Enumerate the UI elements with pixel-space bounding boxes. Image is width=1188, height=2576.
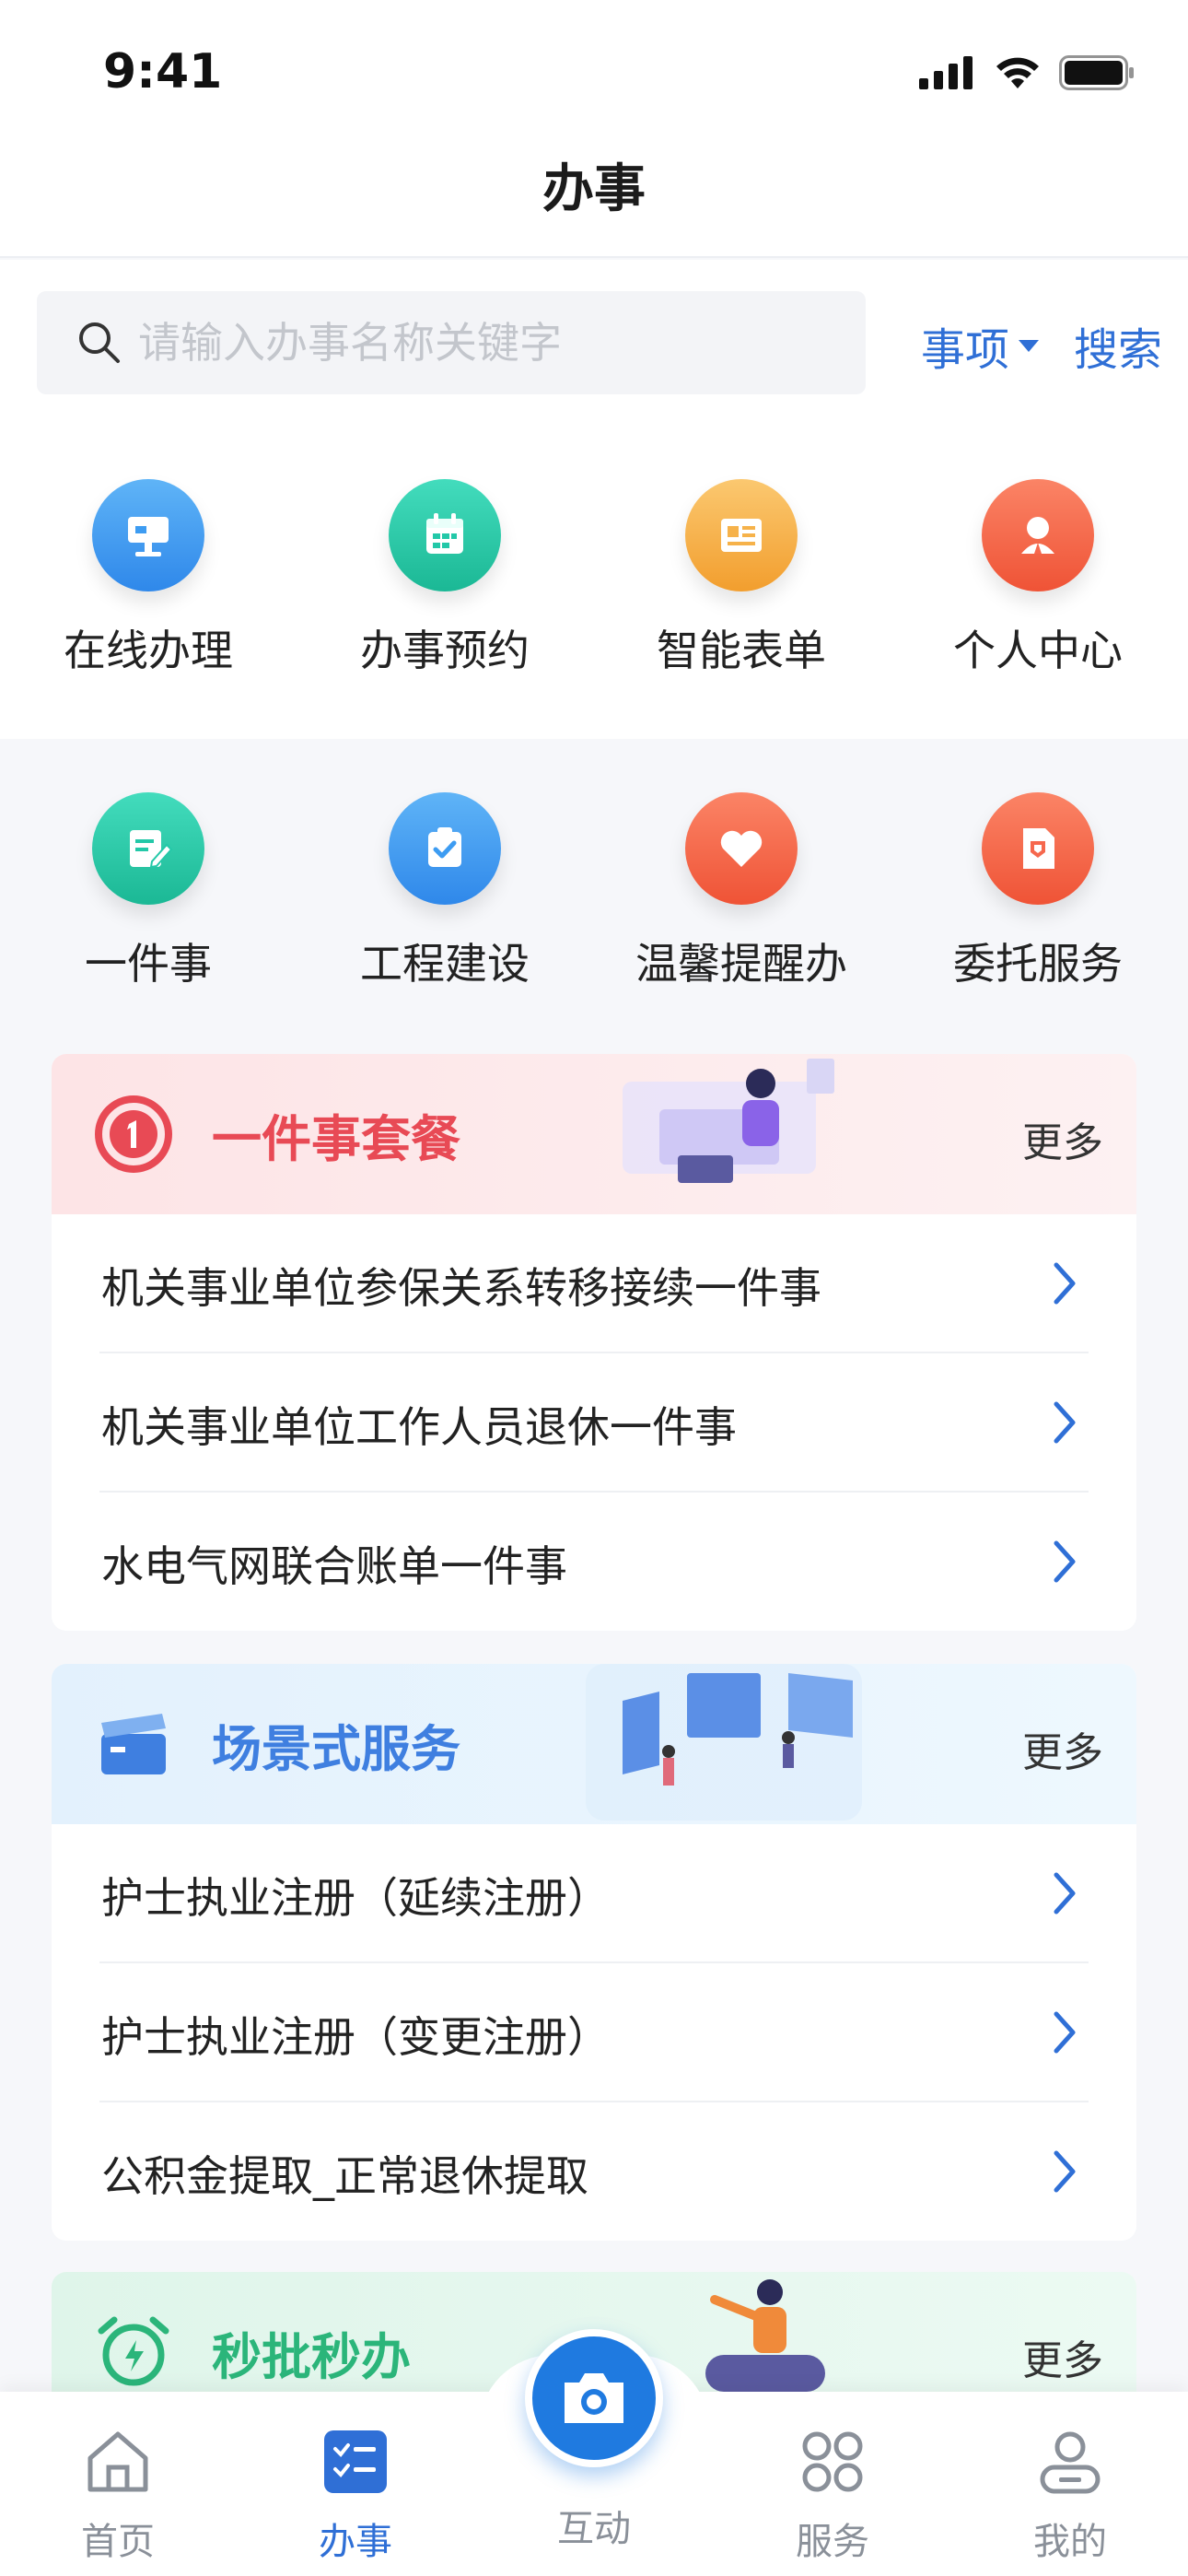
more-link[interactable]: 更多 [1022,2327,1103,2386]
tab-label: 我的 [1033,2521,1107,2563]
chevron-right-icon [1054,1262,1076,1305]
scope-label: 事项 [921,324,1010,376]
list-item[interactable]: 公积金提取_正常退休提取 [99,2102,1089,2241]
tab-bar: 首页 办事 互动 服务 我的 [0,2329,1188,2576]
battery-icon [1059,55,1134,90]
grid-label: 办事预约 [360,626,530,675]
list-item[interactable]: 机关事业单位参保关系转移接续一件事 [99,1214,1089,1353]
camera-icon [565,2373,623,2423]
tab-interact[interactable]: 互动 [520,2499,668,2552]
tab-label: 服务 [796,2521,869,2563]
section-title: 场景式服务 [212,1720,460,1778]
signal-icon [919,56,973,89]
edit-icon [92,792,204,905]
list-item-label: 公积金提取_正常退休提取 [101,2151,588,2201]
tab-label: 办事 [319,2521,392,2563]
tab-affairs[interactable]: 办事 [282,2427,429,2565]
clapperboard-icon [101,1714,166,1774]
document-shield-icon [982,792,1094,905]
scope-dropdown[interactable]: 事项 [921,313,1040,378]
more-link[interactable]: 更多 [1022,1719,1103,1778]
grid-item-construction[interactable]: 工程建设 [297,792,593,991]
more-link[interactable]: 更多 [1022,1109,1103,1168]
tab-home[interactable]: 首页 [44,2427,192,2565]
grid-item-personal-center[interactable]: 个人中心 [890,479,1186,678]
chevron-right-icon [1054,1540,1076,1583]
grid-label: 工程建设 [360,939,530,989]
illustration-office-icon [623,1059,834,1183]
list-item-label: 机关事业单位参保关系转移接续一件事 [101,1263,821,1313]
badge-one-icon [95,1095,172,1173]
camera-button[interactable] [525,2329,663,2467]
home-icon [87,2431,148,2492]
check-icon [389,792,501,905]
list-item-label: 护士执业注册（变更注册） [101,2012,610,2062]
search-icon [79,322,120,363]
caret-down-icon [1019,339,1040,352]
section-card-one-thing: 一件事套餐 更多 机关事业单位参保关系转移接续一件事 机关事业单位工作人员退休一… [52,1054,1136,1631]
chevron-right-icon [1054,1401,1076,1444]
grid-item-delegate[interactable]: 委托服务 [890,792,1186,991]
section-title: 一件事套餐 [212,1110,460,1168]
grid-item-one-thing[interactable]: 一件事 [0,792,297,991]
grid-item-smart-form[interactable]: 智能表单 [593,479,890,678]
tab-services[interactable]: 服务 [759,2427,906,2565]
person-icon [982,479,1094,591]
list-item-label: 护士执业注册（延续注册） [101,1873,610,1923]
grid-label: 温馨提醒办 [635,939,847,989]
status-bar: 9:41 [0,0,1188,138]
page-header: 办事 [0,138,1188,258]
list-item-label: 水电气网联合账单一件事 [101,1541,567,1591]
list-item-label: 机关事业单位工作人员退休一件事 [101,1402,737,1452]
status-icons [919,55,1135,90]
alarm-clock-icon [98,2316,169,2386]
chevron-right-icon [1054,1872,1076,1914]
tab-label: 互动 [557,2508,631,2550]
grid-label: 委托服务 [953,939,1123,989]
tab-label: 首页 [81,2521,155,2563]
status-time: 9:41 [103,44,223,100]
grid-item-online[interactable]: 在线办理 [0,479,297,678]
calendar-icon [389,479,501,591]
chevron-right-icon [1054,2150,1076,2193]
grid-label: 智能表单 [657,626,826,675]
search-button[interactable]: 搜索 [1074,313,1162,378]
illustration-screens-icon [586,1664,862,1821]
user-icon [1040,2431,1101,2494]
list-item[interactable]: 护士执业注册（延续注册） [99,1824,1089,1963]
section-header[interactable]: 场景式服务 更多 [52,1664,1136,1824]
heart-icon [685,792,798,905]
quick-grid-row-1: 在线办理 办事预约 智能表单 个人中心 [0,479,1188,678]
section-title: 秒批秒办 [212,2328,411,2386]
list-item[interactable]: 机关事业单位工作人员退休一件事 [99,1353,1089,1493]
list-item[interactable]: 水电气网联合账单一件事 [99,1493,1089,1631]
monitor-icon [92,479,204,591]
tasks-icon [324,2430,387,2493]
section-header[interactable]: 一件事套餐 更多 [52,1054,1136,1214]
grid-label: 在线办理 [64,626,233,675]
search-input[interactable] [138,291,838,394]
apps-icon [802,2431,863,2492]
grid-label: 个人中心 [953,626,1123,675]
page-title: 办事 [542,159,646,219]
grid-item-appointment[interactable]: 办事预约 [297,479,593,678]
chevron-right-icon [1054,2011,1076,2054]
quick-grid-row-2: 一件事 工程建设 温馨提醒办 委托服务 [0,792,1188,991]
grid-item-reminder[interactable]: 温馨提醒办 [593,792,890,991]
wifi-icon [996,57,1039,88]
tab-mine[interactable]: 我的 [996,2427,1144,2565]
section-card-scene-service: 场景式服务 更多 护士执业注册（延续注册） 护士执业注册（变更注册） 公积金提取… [52,1664,1136,2241]
list-item[interactable]: 护士执业注册（变更注册） [99,1963,1089,2102]
search-box[interactable] [37,291,866,394]
grid-label: 一件事 [85,939,212,989]
form-icon [685,479,798,591]
